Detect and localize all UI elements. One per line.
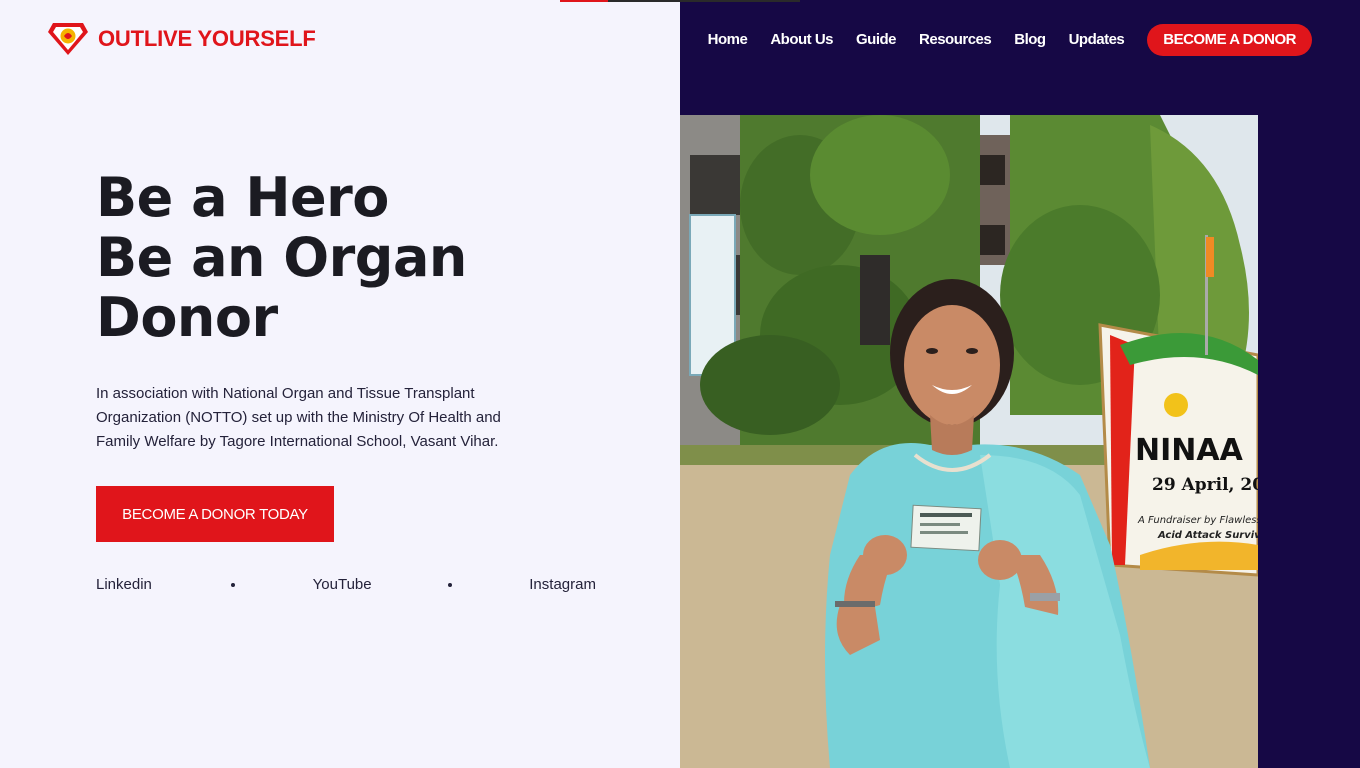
youtube-link[interactable]: YouTube — [313, 576, 372, 593]
banner-date: 29 April, 202 — [1152, 475, 1258, 495]
become-donor-today-button[interactable]: BECOME A DONOR TODAY — [96, 486, 334, 542]
banner-line-2: Acid Attack Surviv — [1157, 530, 1258, 541]
become-donor-nav-button[interactable]: BECOME A DONOR — [1147, 24, 1312, 56]
main-nav: Home About Us Guide Resources Blog Updat… — [708, 24, 1312, 56]
banner-title: NINAA — [1135, 433, 1244, 468]
nav-guide[interactable]: Guide — [856, 24, 897, 56]
woman-holding-donor-card-image: NINAA 29 April, 202 A Fundraiser by Flaw… — [680, 115, 1258, 768]
banner-line-1: A Fundraiser by Flawless Fla — [1137, 515, 1258, 526]
top-progress-bar — [560, 0, 800, 2]
logo-link[interactable]: OUTLIVE YOURSELF — [47, 22, 316, 56]
superhero-shield-icon — [48, 23, 88, 55]
separator-dot — [230, 582, 235, 587]
hero-title: Be a Hero Be an Organ Donor — [96, 168, 616, 348]
linkedin-link[interactable]: Linkedin — [96, 576, 230, 593]
nav-blog[interactable]: Blog — [1014, 24, 1046, 56]
hero-title-line: Donor — [96, 286, 278, 349]
top-progress-fill — [560, 0, 608, 2]
hero-description: In association with National Organ and T… — [96, 385, 501, 450]
separator-dot — [448, 582, 453, 587]
event-banner: NINAA 29 April, 202 A Fundraiser by Flaw… — [1098, 323, 1258, 577]
hero-title-line: Be a Hero — [96, 166, 389, 229]
nav-resources[interactable]: Resources — [919, 24, 992, 56]
nav-updates[interactable]: Updates — [1069, 24, 1125, 56]
nav-home[interactable]: Home — [708, 24, 748, 56]
instagram-link[interactable]: Instagram — [529, 576, 596, 593]
social-links: Linkedin YouTube Instagram — [96, 576, 596, 593]
brand-name: OUTLIVE YOURSELF — [98, 26, 316, 51]
nav-about-us[interactable]: About Us — [770, 24, 833, 56]
hero-photo: NINAA 29 April, 202 A Fundraiser by Flaw… — [680, 115, 1258, 768]
hero-title-line: Be an Organ — [96, 226, 467, 289]
